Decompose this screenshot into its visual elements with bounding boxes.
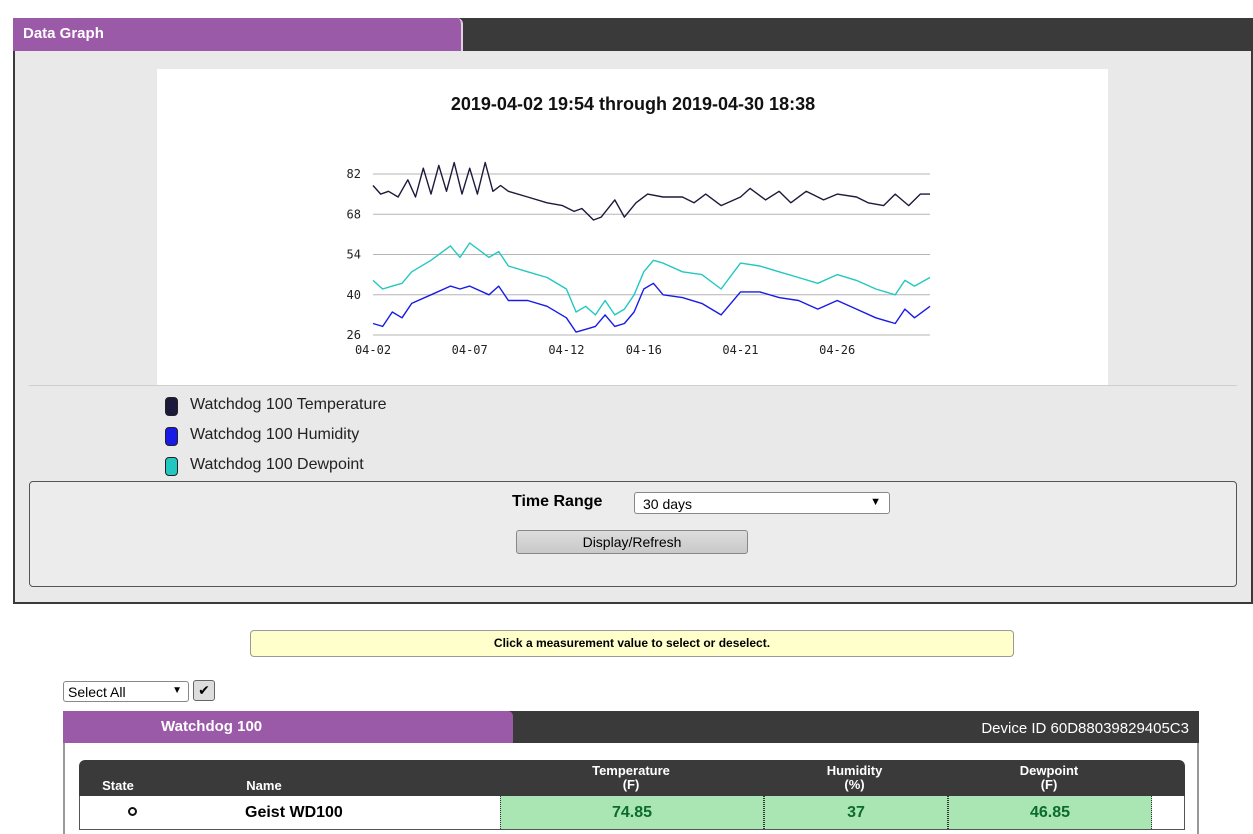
column-humidity: Humidity [826,763,883,778]
measurement-table-header: State Name Temperature (F) Humidity (%) … [79,760,1185,796]
column-temperature: Temperature [592,763,670,778]
dropdown-arrow-icon: ▼ [172,685,182,696]
legend-swatch [165,397,178,416]
y-tick-label: 82 [347,167,361,181]
x-tick-label: 04-26 [819,343,855,357]
x-tick-label: 04-16 [626,343,662,357]
chart-area: 2019-04-02 19:54 through 2019-04-30 18:3… [157,69,1108,385]
dewpoint-value[interactable]: 46.85 [948,796,1152,829]
chart-title: 2019-04-02 19:54 through 2019-04-30 18:3… [451,94,815,114]
legend-label: Watchdog 100 Humidity [190,426,360,443]
graph-controls: Time Range 30 days ▼ Display/Refresh [29,481,1237,587]
device-header: Watchdog 100 Device ID 60D88039829405C3 [63,711,1199,743]
series-line-watchdog-100-temperature [372,161,930,221]
device-id: Device ID 60D88039829405C3 [981,720,1189,737]
chart-legend: Watchdog 100 Temperature Watchdog 100 Hu… [29,385,1237,484]
column-state: State [102,778,134,793]
series-line-watchdog-100-humidity [372,282,931,333]
column-humidity-unit: (%) [844,777,865,792]
y-tick-label: 40 [347,288,361,302]
x-tick-label: 04-12 [548,343,584,357]
x-tick-label: 04-07 [452,343,488,357]
temperature-value[interactable]: 74.85 [500,796,764,829]
select-all-dropdown[interactable]: Select All ▼ [63,681,189,702]
column-temperature-unit: (F) [622,777,640,792]
data-graph-header: Data Graph [13,18,1253,51]
x-tick-label: 04-02 [355,343,391,357]
panel-title: Data Graph [23,25,104,42]
device-tab: Watchdog 100 [63,711,513,743]
humidity-value[interactable]: 37 [764,796,948,829]
data-graph-tab: Data Graph [13,18,463,51]
time-range-label: Time Range [512,493,603,510]
column-name: Name [246,778,282,793]
column-dewpoint-unit: (F) [1040,777,1058,792]
x-tick-label: 04-21 [722,343,758,357]
display-refresh-button[interactable]: Display/Refresh [516,530,748,554]
dropdown-arrow-icon: ▼ [870,496,881,508]
legend-label: Watchdog 100 Temperature [190,396,387,413]
y-tick-label: 54 [347,248,361,262]
selection-notice: Click a measurement value to select or d… [250,630,1014,657]
time-range-select[interactable]: 30 days ▼ [634,492,890,514]
sensor-name: Geist WD100 [245,804,343,821]
table-row: Geist WD100 74.85 37 46.85 [79,796,1185,830]
apply-check-button[interactable]: ✔ [193,680,215,701]
device-name: Watchdog 100 [161,718,263,735]
y-tick-label: 68 [347,207,361,221]
checkmark-icon: ✔ [198,682,210,698]
state-indicator-icon [128,807,137,816]
legend-swatch [165,427,178,446]
y-tick-label: 26 [347,328,361,342]
select-all-value: Select All [68,684,126,700]
column-dewpoint: Dewpoint [1019,763,1079,778]
legend-swatch [165,457,178,476]
legend-label: Watchdog 100 Dewpoint [190,456,364,473]
time-range-value: 30 days [643,496,693,512]
line-chart: 2019-04-02 19:54 through 2019-04-30 18:3… [347,94,931,357]
